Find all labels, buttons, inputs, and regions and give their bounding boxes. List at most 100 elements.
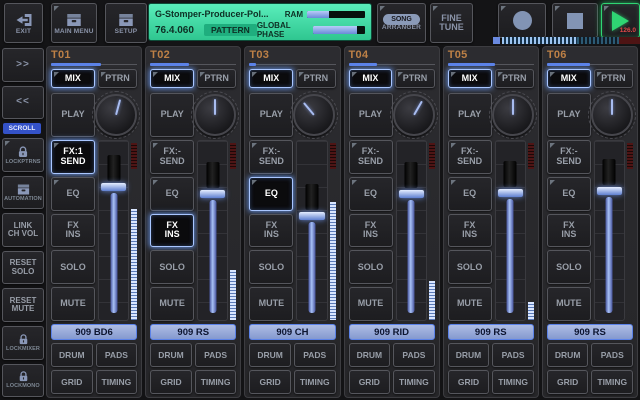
sample-name-button[interactable]: 909 CH (249, 324, 335, 340)
grid-button[interactable]: GRID (448, 370, 490, 394)
mix-button[interactable]: MIX (448, 69, 492, 88)
drum-button[interactable]: DRUM (547, 343, 589, 367)
mute-button[interactable]: MUTE (547, 287, 591, 321)
exit-button[interactable]: EXIT (4, 3, 43, 43)
reset-solo-button[interactable]: RESETSOLO (2, 251, 44, 285)
scroll-left-button[interactable]: << (2, 86, 44, 120)
solo-button[interactable]: SOLO (448, 250, 492, 284)
volume-fader[interactable] (495, 140, 526, 321)
fx-send-button[interactable]: FX:-SEND (150, 140, 194, 174)
grid-button[interactable]: GRID (547, 370, 589, 394)
volume-knob[interactable] (393, 94, 435, 136)
fx-ins-button[interactable]: FXINS (448, 214, 492, 248)
volume-knob[interactable] (194, 94, 236, 136)
eq-button[interactable]: EQ (547, 177, 591, 211)
mix-button[interactable]: MIX (249, 69, 293, 88)
fx-send-button[interactable]: FX:-SEND (547, 140, 591, 174)
pads-button[interactable]: PADS (195, 343, 237, 367)
mix-button[interactable]: MIX (547, 69, 591, 88)
timing-button[interactable]: TIMING (591, 370, 633, 394)
solo-button[interactable]: SOLO (51, 250, 95, 284)
lock-mono-button[interactable]: LOCKMONO (2, 364, 44, 398)
mute-button[interactable]: MUTE (51, 287, 95, 321)
fx-ins-button[interactable]: FXINS (349, 214, 393, 248)
volume-fader[interactable] (98, 140, 129, 321)
ptrn-button[interactable]: PTRN (296, 69, 335, 88)
grid-button[interactable]: GRID (150, 370, 192, 394)
ptrn-button[interactable]: PTRN (495, 69, 534, 88)
pads-button[interactable]: PADS (294, 343, 336, 367)
ptrn-button[interactable]: PTRN (395, 69, 434, 88)
mix-button[interactable]: MIX (349, 69, 393, 88)
sample-name-button[interactable]: 909 RS (448, 324, 534, 340)
grid-button[interactable]: GRID (249, 370, 291, 394)
fine-tune-button[interactable]: FINE TUNE (430, 3, 473, 43)
mute-button[interactable]: MUTE (349, 287, 393, 321)
automation-button[interactable]: AUTOMATION (2, 176, 44, 210)
eq-button[interactable]: EQ (51, 177, 95, 211)
pads-button[interactable]: PADS (393, 343, 435, 367)
setup-button[interactable]: SETUP (105, 3, 147, 43)
volume-knob[interactable] (492, 94, 534, 136)
ptrn-button[interactable]: PTRN (594, 69, 633, 88)
solo-button[interactable]: SOLO (249, 250, 293, 284)
mute-button[interactable]: MUTE (249, 287, 293, 321)
fx-ins-button[interactable]: FXINS (547, 214, 591, 248)
song-arranger-button[interactable]: SONG ARRANGER (377, 3, 426, 43)
mix-button[interactable]: MIX (150, 69, 194, 88)
fx-ins-button[interactable]: FXINS (51, 214, 95, 248)
pattern-mode-chip[interactable]: PATTERN (204, 24, 257, 36)
main-menu-button[interactable]: MAIN MENU (51, 3, 97, 43)
lock-patterns-button[interactable]: LOCKPTRNS (2, 138, 44, 172)
mute-button[interactable]: MUTE (448, 287, 492, 321)
volume-knob[interactable] (591, 94, 633, 136)
drum-button[interactable]: DRUM (249, 343, 291, 367)
pads-button[interactable]: PADS (492, 343, 534, 367)
lock-mixer-button[interactable]: LOCKMIXER (2, 326, 44, 360)
play-button[interactable]: PLAY (150, 93, 194, 137)
eq-button[interactable]: EQ (448, 177, 492, 211)
solo-button[interactable]: SOLO (150, 250, 194, 284)
fx-send-button[interactable]: FX:-SEND (448, 140, 492, 174)
ptrn-button[interactable]: PTRN (98, 69, 137, 88)
eq-button[interactable]: EQ (249, 177, 293, 211)
sample-name-button[interactable]: 909 RS (547, 324, 633, 340)
sample-name-button[interactable]: 909 RS (150, 324, 236, 340)
fx-ins-button[interactable]: FXINS (249, 214, 293, 248)
sample-name-button[interactable]: 909 RID (349, 324, 435, 340)
play-button[interactable]: PLAY (249, 93, 293, 137)
fx-send-button[interactable]: FX:-SEND (349, 140, 393, 174)
solo-button[interactable]: SOLO (547, 250, 591, 284)
volume-fader[interactable] (296, 140, 327, 321)
mute-button[interactable]: MUTE (150, 287, 194, 321)
play-button[interactable]: PLAY (547, 93, 591, 137)
timing-button[interactable]: TIMING (96, 370, 138, 394)
link-ch-vol-button[interactable]: LINKCH VOL (2, 213, 44, 247)
play-button[interactable]: PLAY (448, 93, 492, 137)
grid-button[interactable]: GRID (349, 370, 391, 394)
pads-button[interactable]: PADS (96, 343, 138, 367)
eq-button[interactable]: EQ (150, 177, 194, 211)
play-button[interactable]: PLAY (349, 93, 393, 137)
fx-send-button[interactable]: FX:-SEND (249, 140, 293, 174)
ptrn-button[interactable]: PTRN (197, 69, 236, 88)
pads-button[interactable]: PADS (591, 343, 633, 367)
drum-button[interactable]: DRUM (448, 343, 490, 367)
volume-knob[interactable] (293, 94, 335, 136)
drum-button[interactable]: DRUM (349, 343, 391, 367)
drum-button[interactable]: DRUM (51, 343, 93, 367)
volume-knob[interactable] (95, 94, 137, 136)
drum-button[interactable]: DRUM (150, 343, 192, 367)
fx-ins-button[interactable]: FXINS (150, 214, 194, 248)
volume-fader[interactable] (197, 140, 228, 321)
scroll-right-button[interactable]: >> (2, 48, 44, 82)
play-button[interactable]: PLAY (51, 93, 95, 137)
timing-button[interactable]: TIMING (294, 370, 336, 394)
volume-fader[interactable] (594, 140, 625, 321)
record-button[interactable] (498, 3, 546, 38)
solo-button[interactable]: SOLO (349, 250, 393, 284)
reset-mute-button[interactable]: RESETMUTE (2, 288, 44, 322)
volume-fader[interactable] (396, 140, 427, 321)
timing-button[interactable]: TIMING (393, 370, 435, 394)
fx-send-button[interactable]: FX:1SEND (51, 140, 95, 174)
